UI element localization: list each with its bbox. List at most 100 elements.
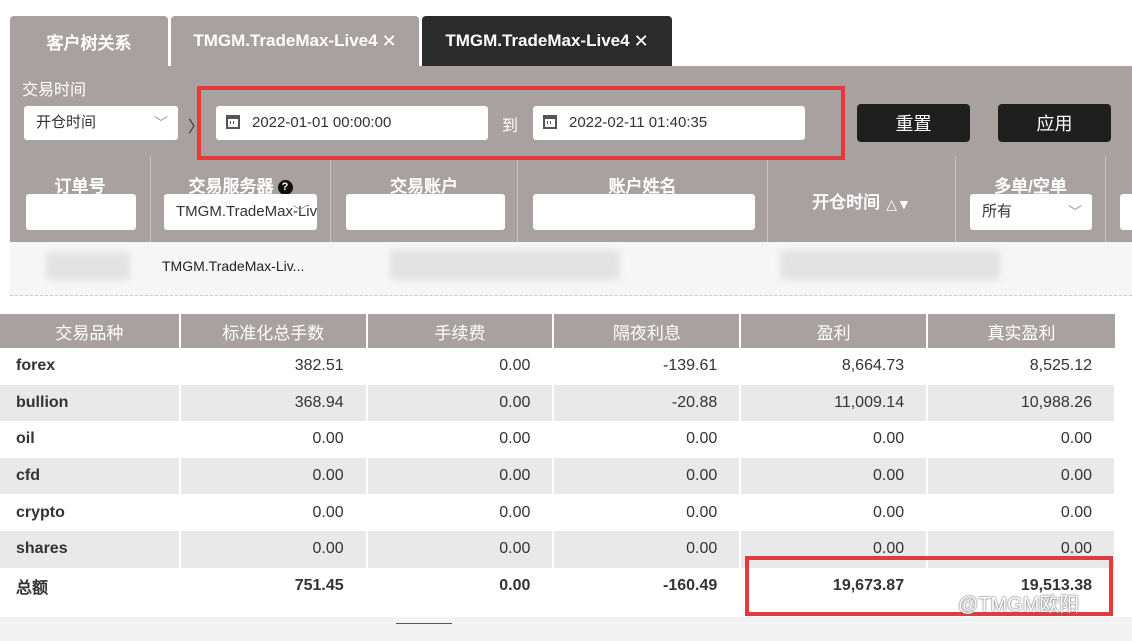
cell: 0.00	[179, 494, 368, 531]
summary-header: 盈利	[740, 314, 929, 348]
cell: 0.00	[366, 384, 555, 422]
account-input[interactable]	[346, 194, 505, 230]
chevron-down-icon: ﹀	[154, 115, 168, 131]
table-row: shares 0.00 0.00 0.00 0.00 0.00	[0, 530, 1116, 568]
end-date-value: 2022-02-11 01:40:35	[569, 114, 708, 131]
summary-header: 手续费	[366, 314, 555, 348]
cell: 0.00	[553, 494, 742, 531]
start-date-value: 2022-01-01 00:00:00	[252, 114, 392, 131]
cell: 总额	[0, 567, 181, 605]
summary-header-row: 交易品种 标准化总手数 手续费 隔夜利息 盈利 真实盈利	[0, 314, 1115, 348]
table-row: cfd 0.00 0.00 0.00 0.00 0.00	[0, 457, 1116, 495]
summary-total-row: 总额 751.45 0.00 -160.49 19,673.87 19,513.…	[0, 567, 1116, 605]
col-server: 交易服务器? TMGM.TradeMax-Live4 ﹀	[151, 156, 331, 242]
calendar-icon	[543, 115, 557, 129]
chevron-right-icon: 〉	[188, 119, 205, 136]
cell: 0.00	[366, 348, 555, 385]
cell: oil	[0, 421, 181, 458]
summary-table: 交易品种 标准化总手数 手续费 隔夜利息 盈利 真实盈利 forex 382.5…	[0, 314, 1116, 605]
sort-icon[interactable]: △▼	[886, 197, 911, 211]
order-no-input[interactable]	[26, 194, 136, 230]
cell: 19,673.87	[740, 567, 929, 605]
cell: 368.94	[179, 384, 368, 422]
table-row: bullion 368.94 0.00 -20.88 11,009.14 10,…	[0, 384, 1116, 422]
cell: 8,525.12	[927, 348, 1116, 385]
col-account: 交易账户	[331, 156, 518, 242]
watermark: @TMGM欧阳	[958, 594, 1080, 616]
long-short-select[interactable]: 所有 ﹀	[970, 194, 1092, 230]
tab-label: 客户树关系	[46, 33, 132, 53]
cell: 8,664.73	[740, 348, 929, 385]
cell: 0.00	[927, 421, 1116, 458]
cell: -160.49	[553, 567, 742, 605]
tab-label: TMGM.TradeMax-Live4	[445, 31, 630, 50]
end-date-input[interactable]: 2022-02-11 01:40:35	[533, 106, 805, 140]
time-type-value: 开仓时间	[36, 114, 97, 131]
cell: 0.00	[366, 421, 555, 458]
table-row: crypto 0.00 0.00 0.00 0.00 0.00	[0, 494, 1116, 531]
col-order-no: 订单号	[10, 156, 151, 242]
start-date-input[interactable]: 2022-01-01 00:00:00	[216, 106, 488, 140]
cell: 0.00	[179, 421, 368, 458]
cell: 0.00	[179, 530, 368, 568]
summary-header: 隔夜利息	[553, 314, 742, 348]
cell: 0.00	[553, 530, 742, 568]
cell: 0.00	[366, 567, 555, 605]
table-row[interactable]: TMGM.TradeMax-Liv...	[10, 242, 1132, 296]
help-icon[interactable]: ?	[277, 180, 293, 195]
cell: 11,009.14	[740, 384, 929, 422]
long-short-value: 所有	[982, 203, 1013, 220]
cell: bullion	[0, 384, 181, 422]
tab-bar: 客户树关系 TMGM.TradeMax-Live4 ✕ TMGM.TradeMa…	[0, 0, 1132, 66]
account-name-input[interactable]	[533, 194, 755, 230]
cell: cfd	[0, 457, 181, 495]
tab-label: TMGM.TradeMax-Live4	[193, 31, 378, 50]
to-label: 到	[502, 118, 519, 135]
cell: shares	[0, 530, 181, 568]
more-input[interactable]	[1120, 194, 1132, 230]
tab-tradeMax-live4[interactable]: TMGM.TradeMax-Live4 ✕	[171, 16, 419, 66]
cell: 382.51	[179, 348, 368, 385]
cell: crypto	[0, 494, 181, 531]
cell: -20.88	[553, 384, 742, 422]
cell: 751.45	[179, 567, 368, 605]
cell: 0.00	[366, 530, 555, 568]
summary-header: 标准化总手数	[179, 314, 368, 348]
tab-client-tree[interactable]: 客户树关系	[10, 16, 168, 66]
cell: 0.00	[740, 421, 929, 458]
blurred-cell	[46, 252, 130, 280]
time-type-select[interactable]: 开仓时间 ﹀	[24, 106, 178, 140]
summary-header: 交易品种	[0, 314, 181, 348]
cell: 10,988.26	[927, 384, 1116, 422]
table-row: oil 0.00 0.00 0.00 0.00 0.00	[0, 421, 1116, 458]
close-icon[interactable]: ✕	[634, 31, 649, 52]
chevron-down-icon: ﹀	[293, 204, 307, 220]
col-more	[1106, 156, 1132, 242]
reset-button[interactable]: 重置	[857, 104, 970, 142]
table-row: forex 382.51 0.00 -139.61 8,664.73 8,525…	[0, 348, 1116, 385]
tab-tradeMax-live4-active[interactable]: TMGM.TradeMax-Live4 ✕	[422, 16, 672, 66]
cell: 0.00	[927, 530, 1116, 568]
col-open-time[interactable]: 开仓时间 △▼	[768, 156, 956, 242]
cell: 0.00	[927, 494, 1116, 531]
divider	[396, 623, 452, 624]
cell: forex	[0, 348, 181, 385]
calendar-icon	[226, 115, 240, 129]
blurred-cell	[780, 250, 1000, 280]
row-server: TMGM.TradeMax-Liv...	[162, 258, 305, 274]
server-select[interactable]: TMGM.TradeMax-Live4 ﹀	[164, 194, 317, 230]
chevron-down-icon: ﹀	[1068, 204, 1082, 220]
column-header-row: 订单号 交易服务器? TMGM.TradeMax-Live4 ﹀ 交易账户 账户…	[10, 156, 1132, 242]
blurred-cell	[390, 250, 620, 280]
cell: 0.00	[179, 457, 368, 495]
col-long-short: 多单/空单 所有 ﹀	[956, 156, 1106, 242]
cell: -139.61	[553, 348, 742, 385]
apply-button[interactable]: 应用	[998, 104, 1111, 142]
trade-time-label: 交易时间	[22, 82, 87, 99]
cell: 0.00	[553, 421, 742, 458]
open-time-title: 开仓时间	[812, 193, 881, 212]
close-icon[interactable]: ✕	[382, 31, 397, 52]
col-title: 开仓时间 △▼	[768, 188, 955, 213]
cell: 0.00	[366, 494, 555, 531]
cell: 0.00	[740, 530, 929, 568]
